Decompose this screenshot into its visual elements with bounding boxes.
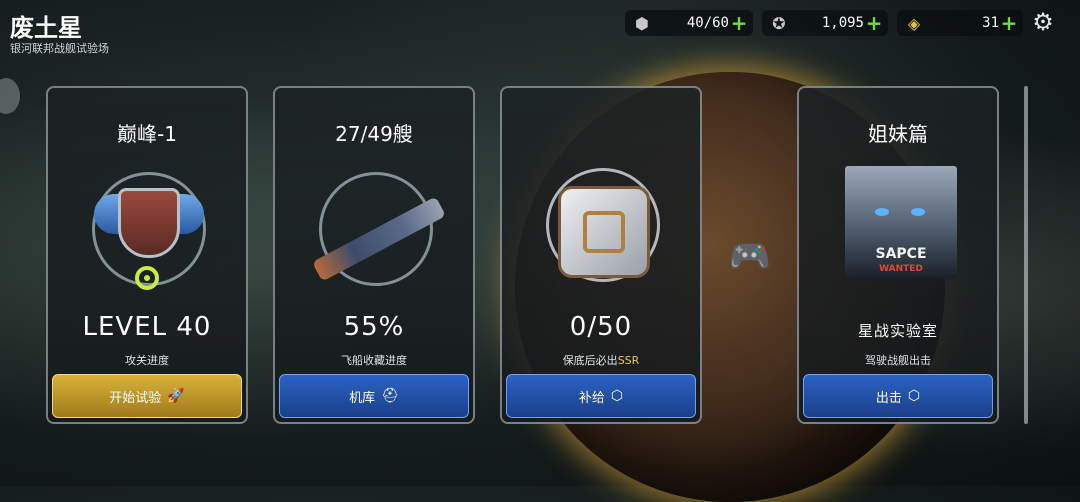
card-caption: 保底后必出SSR [502,352,700,368]
start-trial-button[interactable]: 开始试验 🚀 [52,374,242,418]
card-caption: 攻关进度 [125,354,169,367]
target-icon [135,266,159,290]
add-gems-button[interactable]: + [999,13,1019,33]
resource-gems-value: 31 [982,15,999,31]
card-title: 巅峰-1 [117,122,177,146]
supply-card[interactable]: 0/50 保底后必出SSR 补给 ⬡ [500,86,702,424]
hangar-card[interactable]: 27/49艘 55% 飞船收藏进度 机库 ⛑ [273,86,475,424]
sister-game-card[interactable]: 姐妹篇 SAPCE WANTED 星战实验室 驾驶战舰出击 出击 ⬡ [797,86,999,424]
rocket-icon: 🚀 [167,388,185,404]
button-label: 机库 [349,390,376,406]
page-subtitle: 银河联邦战舰试验场 [10,42,109,55]
resource-gems: ◈ 31 + [897,10,1023,36]
gear-icon[interactable]: ⚙ [1030,9,1056,35]
rank-emblem-icon [118,188,180,258]
game-poster-image: SAPCE WANTED [845,166,957,278]
card-title: 姐妹篇 [868,122,928,146]
poster-eye-left [875,208,889,216]
sortie-button[interactable]: 出击 ⬡ [803,374,993,418]
gem-icon: ◈ [907,13,921,33]
page-title: 废土星 [10,14,82,42]
button-label: 开始试验 [109,390,162,406]
add-coins-button[interactable]: + [864,13,884,33]
resource-coins-value: 1,095 [821,15,864,31]
poster-eye-right [911,208,925,216]
poster-title: SAPCE [875,246,927,262]
resource-energy: ⬢ 40/60 + [625,10,753,36]
supply-button[interactable]: 补给 ⬡ [506,374,696,418]
add-energy-button[interactable]: + [729,13,749,33]
cube-icon: ⬡ [907,388,921,404]
cube-icon: ⬡ [610,388,624,404]
helmet-icon: ⛑ [381,388,399,404]
hexagon-cluster-icon: ⬢ [635,13,649,33]
ssr-label: SSR [617,354,640,367]
caption-prefix: 保底后必出 [562,354,618,367]
level-text: LEVEL 40 [82,312,212,342]
resource-coins: ✪ 1,095 + [762,10,888,36]
button-label: 出击 [875,390,902,406]
gamepad-icon: 🎮 [728,236,772,276]
card-caption: 驾驶战舰出击 [865,354,931,367]
next-card-edge[interactable] [1024,86,1028,424]
star-coin-icon: ✪ [772,13,786,33]
pity-counter: 0/50 [569,312,633,342]
button-label: 补给 [578,390,605,406]
supply-crate-image [558,186,650,278]
poster-subtitle: WANTED [879,264,923,274]
sister-game-name: 星战实验室 [857,322,938,340]
card-title: 27/49艘 [335,122,413,146]
collection-percent: 55% [343,312,405,342]
campaign-card[interactable]: 巅峰-1 LEVEL 40 攻关进度 开始试验 🚀 [46,86,248,424]
hangar-button[interactable]: 机库 ⛑ [279,374,469,418]
card-caption: 飞船收藏进度 [341,354,407,367]
resource-energy-value: 40/60 [686,15,729,31]
